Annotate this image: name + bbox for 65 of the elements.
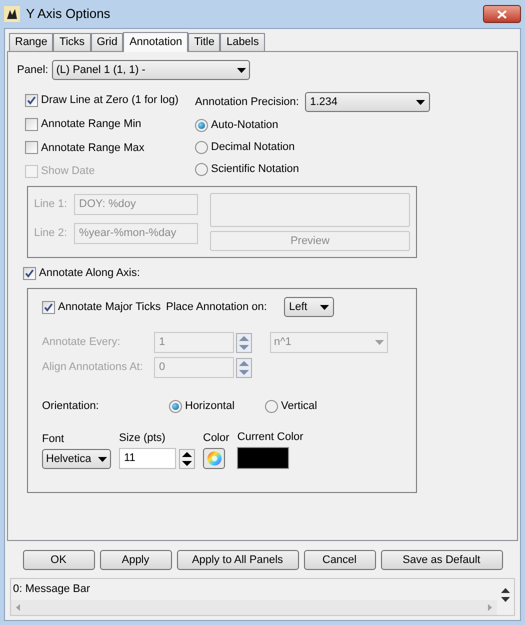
radio-button[interactable] <box>265 400 278 413</box>
size-label: Size (pts) <box>119 430 166 446</box>
dropdown-caret-icon <box>237 68 246 72</box>
close-button[interactable] <box>483 5 521 23</box>
checkbox-label: Show Date <box>41 164 95 180</box>
precision-dropdown[interactable]: 1.234 <box>304 92 430 112</box>
scroll-left-icon[interactable] <box>16 604 20 611</box>
panel-label: Panel: <box>17 62 48 78</box>
dialog-button[interactable]: Apply to All Panels <box>176 550 298 570</box>
precision-label: Annotation Precision: <box>195 94 299 110</box>
orientation-label: Orientation: <box>42 399 100 414</box>
message-bar-text: 0: Message Bar <box>12 582 92 598</box>
checkbox[interactable] <box>25 141 38 154</box>
tab[interactable]: Annotation <box>123 32 188 52</box>
color-picker-button[interactable] <box>203 448 225 469</box>
radio-button[interactable] <box>195 141 208 154</box>
checkbox-label: Annotate Range Min <box>41 116 142 132</box>
dialog-button[interactable]: Cancel <box>304 550 376 570</box>
tab[interactable]: Ticks <box>53 33 91 51</box>
window-title: Y Axis Options <box>26 5 110 24</box>
tab[interactable]: Labels <box>220 33 265 51</box>
current-color-label: Current Color <box>237 430 304 444</box>
radio-label: Horizontal <box>185 399 235 414</box>
color-label: Color <box>203 430 230 446</box>
line-label: Line 2: <box>34 226 68 242</box>
annotate-every-label: Annotate Every: <box>42 335 122 350</box>
radio-label: Auto-Notation <box>211 118 278 134</box>
side-dropdown[interactable]: Left <box>284 297 334 317</box>
checkbox-label: Annotate Range Max <box>41 140 144 156</box>
radio-button[interactable] <box>195 119 208 132</box>
place-annotation-label: Place Annotation on: <box>166 300 268 315</box>
dialog-button[interactable]: Apply <box>100 550 172 570</box>
radio-button[interactable] <box>169 400 182 413</box>
align-annotations-label: Align Annotations At: <box>42 360 144 376</box>
radio-button[interactable] <box>195 163 208 176</box>
horizontal-scrollbar[interactable] <box>11 600 497 615</box>
checkbox-label: Draw Line at Zero (1 for log) <box>41 93 179 108</box>
dialog-button[interactable]: OK <box>22 550 94 570</box>
tab[interactable]: Range <box>9 33 54 51</box>
checkbox[interactable] <box>23 267 36 280</box>
close-icon <box>497 10 507 18</box>
color-wheel-icon <box>206 451 222 466</box>
checkbox[interactable] <box>25 118 38 131</box>
dropdown-caret-icon <box>320 304 329 310</box>
radio-label: Decimal Notation <box>211 140 295 156</box>
dropdown-caret-icon <box>98 456 107 462</box>
app-logo-icon <box>4 6 20 22</box>
dialog-button[interactable]: Save as Default <box>380 550 502 570</box>
size-field[interactable]: 11 <box>119 448 176 469</box>
panel-dropdown[interactable]: (L) Panel 1 (1, 1) - <box>52 60 250 80</box>
checkbox[interactable] <box>25 94 38 107</box>
dropdown-caret-icon <box>416 100 425 104</box>
tab[interactable]: Title <box>188 33 220 51</box>
font-label: Font <box>42 432 66 446</box>
checkbox-label: Annotate Major Ticks <box>58 300 161 315</box>
font-dropdown[interactable]: Helvetica <box>42 449 111 469</box>
spinner-arrows-icon[interactable] <box>179 448 195 468</box>
tab[interactable]: Grid <box>90 33 124 51</box>
radio-label: Scientific Notation <box>211 162 300 178</box>
checkbox[interactable] <box>42 300 55 314</box>
radio-label: Vertical <box>281 399 318 414</box>
dropdown-caret-icon <box>375 340 384 345</box>
scroll-right-icon[interactable] <box>488 604 492 611</box>
checkbox-label: Annotate Along Axis: <box>39 266 140 282</box>
line-label: Line 1: <box>34 197 68 212</box>
